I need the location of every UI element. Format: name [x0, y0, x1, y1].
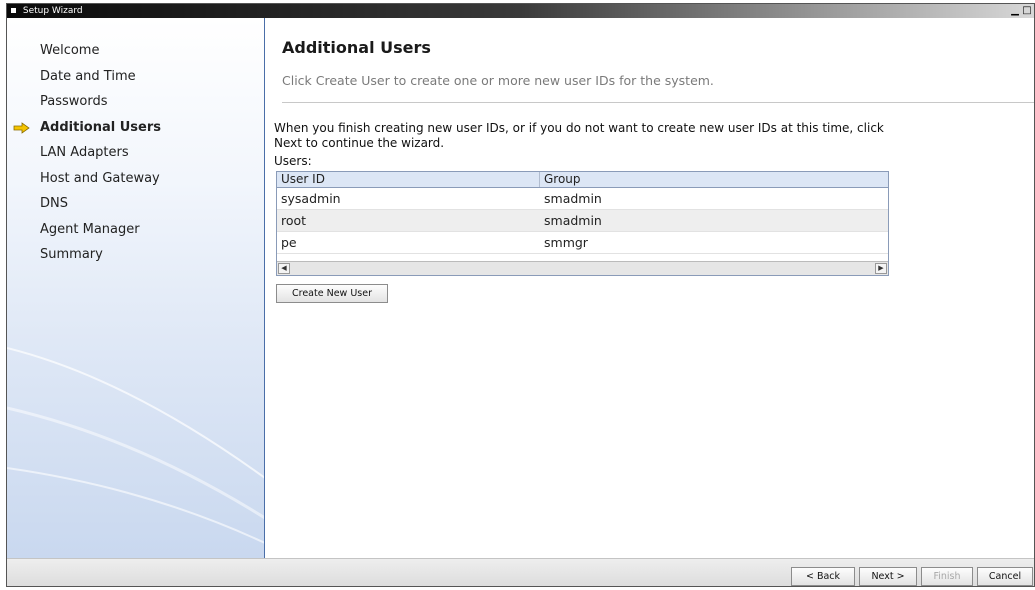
scroll-left-icon[interactable]: ◀ — [278, 263, 290, 274]
back-button[interactable]: < Back — [791, 567, 855, 586]
finish-button[interactable]: Finish — [921, 567, 973, 586]
title-bar[interactable]: Setup Wizard ▁ □ — [7, 4, 1034, 18]
minimize-icon[interactable]: ▁ — [1010, 5, 1020, 17]
step-agent-manager[interactable]: Agent Manager — [7, 217, 264, 243]
table-row[interactable]: root smadmin — [277, 210, 888, 232]
arrow-right-icon — [13, 121, 30, 134]
step-label: Date and Time — [40, 68, 136, 84]
wizard-button-bar: < Back Next > Finish Cancel — [7, 558, 1034, 586]
main-content: Additional Users Click Create User to cr… — [271, 18, 1034, 558]
horizontal-scrollbar[interactable]: ◀ ▶ — [277, 261, 888, 275]
cell-group: smadmin — [544, 191, 602, 206]
table-header: User ID Group — [277, 172, 888, 188]
step-label: Summary — [40, 247, 103, 262]
step-label: Passwords — [40, 94, 108, 109]
step-welcome[interactable]: Welcome — [7, 38, 264, 64]
step-dns[interactable]: DNS — [7, 191, 264, 217]
step-label: Additional Users — [40, 119, 161, 135]
users-label: Users: — [274, 154, 312, 168]
step-label: Agent Manager — [40, 221, 140, 237]
system-menu-icon[interactable] — [11, 7, 16, 13]
page-title: Additional Users — [282, 38, 431, 57]
step-additional-users[interactable]: Additional Users — [7, 115, 264, 141]
table-row[interactable]: sysadmin smadmin — [277, 188, 888, 210]
cell-user-id: root — [281, 213, 307, 228]
cancel-button[interactable]: Cancel — [977, 567, 1033, 586]
window-controls: ▁ □ — [1010, 5, 1032, 17]
cell-group: smmgr — [544, 235, 588, 250]
cell-user-id: sysadmin — [281, 191, 341, 206]
page-subtitle: Click Create User to create one or more … — [282, 73, 714, 88]
divider — [282, 102, 1034, 103]
step-label: LAN Adapters — [40, 145, 129, 160]
step-label: Host and Gateway — [40, 170, 160, 186]
users-table[interactable]: User ID Group sysadmin smadmin root smad… — [276, 171, 889, 276]
column-header-group[interactable]: Group — [540, 172, 581, 187]
scroll-right-icon[interactable]: ▶ — [875, 263, 887, 274]
cell-user-id: pe — [281, 235, 297, 250]
table-row[interactable]: pe smmgr — [277, 232, 888, 254]
step-label: DNS — [40, 196, 68, 211]
setup-wizard-window: Setup Wizard ▁ □ Welcome Date and Time P… — [6, 3, 1035, 587]
step-label: Welcome — [40, 43, 100, 58]
step-passwords[interactable]: Passwords — [7, 89, 264, 115]
next-button[interactable]: Next > — [859, 567, 917, 586]
maximize-icon[interactable]: □ — [1022, 5, 1032, 17]
step-host-and-gateway[interactable]: Host and Gateway — [7, 166, 264, 192]
step-summary[interactable]: Summary — [7, 242, 264, 268]
instructions-text: When you finish creating new user IDs, o… — [274, 121, 884, 150]
wizard-steps-list: Welcome Date and Time Passwords Addition… — [7, 38, 264, 268]
cell-group: smadmin — [544, 213, 602, 228]
window-title: Setup Wizard — [22, 6, 83, 16]
step-date-and-time[interactable]: Date and Time — [7, 64, 264, 90]
create-new-user-button[interactable]: Create New User — [276, 284, 388, 303]
column-header-user-id[interactable]: User ID — [277, 172, 540, 187]
step-lan-adapters[interactable]: LAN Adapters — [7, 140, 264, 166]
wizard-steps-sidebar: Welcome Date and Time Passwords Addition… — [7, 18, 265, 558]
